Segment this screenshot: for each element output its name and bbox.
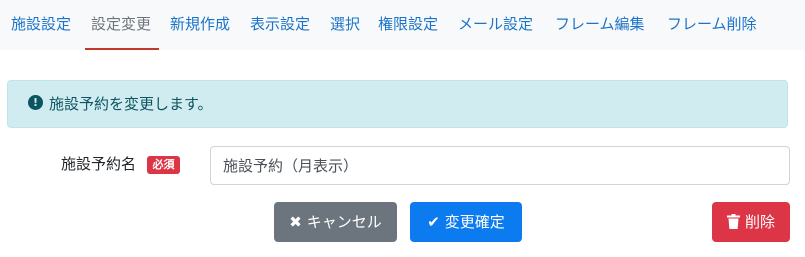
facility-name-label: 施設予約名 bbox=[61, 155, 137, 173]
delete-button[interactable]: 削除 bbox=[712, 202, 790, 242]
alert-message: 施設予約を変更します。 bbox=[49, 95, 213, 113]
info-alert: ! 施設予約を変更します。 bbox=[7, 80, 788, 128]
trash-icon bbox=[726, 214, 740, 229]
tab-frame-delete[interactable]: フレーム削除 bbox=[667, 0, 757, 50]
frame-menu-tabs: 施設設定 設定変更 新規作成 表示設定 選択 権限設定 メール設定 フレーム編集… bbox=[0, 0, 805, 50]
times-icon: ✖ bbox=[289, 213, 302, 231]
tab-display-settings[interactable]: 表示設定 bbox=[250, 0, 310, 50]
tab-facility-settings[interactable]: 施設設定 bbox=[11, 0, 71, 50]
tab-change-settings[interactable]: 設定変更 bbox=[84, 0, 160, 50]
confirm-button-label: 変更確定 bbox=[444, 213, 505, 231]
tab-select[interactable]: 選択 bbox=[330, 0, 360, 50]
required-badge: 必須 bbox=[147, 156, 180, 174]
exclamation-circle-icon: ! bbox=[28, 95, 43, 110]
check-icon: ✔ bbox=[427, 213, 440, 231]
cancel-button-label: キャンセル bbox=[306, 213, 382, 231]
delete-button-label: 削除 bbox=[744, 213, 775, 231]
cancel-button[interactable]: ✖ キャンセル bbox=[274, 202, 397, 242]
tab-permission-settings[interactable]: 権限設定 bbox=[378, 0, 438, 50]
tab-new[interactable]: 新規作成 bbox=[170, 0, 230, 50]
tab-mail-settings[interactable]: メール設定 bbox=[458, 0, 533, 50]
facility-name-input[interactable] bbox=[210, 146, 790, 185]
confirm-change-button[interactable]: ✔ 変更確定 bbox=[410, 202, 522, 242]
tab-frame-edit[interactable]: フレーム編集 bbox=[555, 0, 645, 50]
